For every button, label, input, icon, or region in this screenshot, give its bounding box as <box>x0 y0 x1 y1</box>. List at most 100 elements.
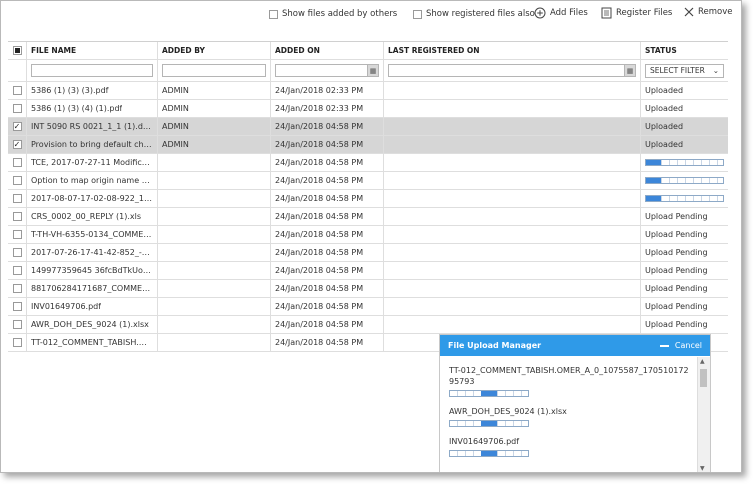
file-name: 881706284171687_COMMENT_... <box>31 284 153 293</box>
calendar-icon[interactable]: ▦ <box>624 65 635 76</box>
table-row[interactable]: AWR_DOH_DES_9024 (1).xlsx 24/Jan/2018 04… <box>8 316 728 334</box>
table-row[interactable]: 149977359645 36fcBdTkUoRYa... 24/Jan/201… <box>8 262 728 280</box>
table-row[interactable]: 5386 (1) (3) (4) (1).pdf ADMIN 24/Jan/20… <box>8 100 728 118</box>
row-select-cell[interactable] <box>8 100 27 117</box>
show-added-by-others-toggle[interactable]: Show files added by others <box>269 9 397 19</box>
upload-manager-cancel-button[interactable]: Cancel <box>659 341 702 350</box>
row-select-cell[interactable] <box>8 262 27 279</box>
added-on-cell: 24/Jan/2018 04:58 PM <box>271 244 384 261</box>
row-select-cell[interactable] <box>8 154 27 171</box>
added-on: 24/Jan/2018 02:33 PM <box>275 104 364 113</box>
row-select-cell[interactable] <box>8 208 27 225</box>
row-checkbox[interactable] <box>12 230 22 239</box>
filter-row: ▦ ▦ SELECT FILTER ⌄ <box>8 60 728 82</box>
status-filter-select[interactable]: SELECT FILTER ⌄ <box>645 63 724 78</box>
file-name-cell: 2017-07-26-17-41-42-852_-334... <box>27 244 158 261</box>
row-checkbox[interactable] <box>12 212 22 221</box>
column-header-last-registered-on[interactable]: LAST REGISTERED ON <box>384 42 641 59</box>
upload-item-name: INV01649706.pdf <box>449 437 520 446</box>
row-checkbox[interactable] <box>12 266 22 275</box>
file-name-cell: Provision to bring default chara... <box>27 136 158 153</box>
upload-manager-list: TT-012_COMMENT_TABISH.OMER_A_0_1075587_1… <box>440 357 698 472</box>
row-select-cell[interactable] <box>8 226 27 243</box>
last-registered-filter-input[interactable]: ▦ <box>388 64 636 77</box>
added-by-cell: ADMIN <box>158 136 271 153</box>
row-checkbox[interactable] <box>12 194 22 203</box>
table-row[interactable]: ✓ Provision to bring default chara... AD… <box>8 136 728 154</box>
upload-progress-fill <box>646 160 662 165</box>
row-checkbox[interactable] <box>12 248 22 257</box>
table-row[interactable]: 5386 (1) (3) (3).pdf ADMIN 24/Jan/2018 0… <box>8 82 728 100</box>
added-by-cell <box>158 172 271 189</box>
select-all-cell[interactable] <box>8 42 27 59</box>
status-cell: Uploaded <box>641 136 728 153</box>
row-checkbox[interactable] <box>12 320 22 329</box>
column-header-added-by[interactable]: ADDED BY <box>158 42 271 59</box>
status-cell: Upload Pending <box>641 262 728 279</box>
added-by-cell <box>158 262 271 279</box>
added-by-cell <box>158 208 271 225</box>
row-checkbox[interactable] <box>12 104 22 113</box>
column-header-added-on[interactable]: ADDED ON <box>271 42 384 59</box>
show-registered-checkbox[interactable] <box>413 9 422 19</box>
row-checkbox[interactable] <box>12 158 22 167</box>
file-name: 5386 (1) (3) (3).pdf <box>31 86 109 95</box>
upload-manager-scrollbar[interactable]: ▲ ▼ <box>697 357 710 472</box>
row-checkbox[interactable]: ✓ <box>12 122 22 131</box>
row-select-cell[interactable]: ✓ <box>8 118 27 135</box>
last-registered-cell <box>384 82 641 99</box>
added-on: 24/Jan/2018 04:58 PM <box>275 212 364 221</box>
row-checkbox[interactable]: ✓ <box>12 140 22 149</box>
scroll-thumb[interactable] <box>700 369 707 387</box>
minimize-icon[interactable] <box>659 344 669 347</box>
table-row[interactable]: T-TH-VH-6355-0134_COMMENT... 24/Jan/2018… <box>8 226 728 244</box>
scroll-down-arrow-icon[interactable]: ▼ <box>700 465 705 472</box>
row-select-cell[interactable] <box>8 280 27 297</box>
file-name-filter-input[interactable] <box>31 64 153 77</box>
row-select-cell[interactable] <box>8 190 27 207</box>
show-added-by-others-checkbox[interactable] <box>269 9 278 19</box>
upload-progress-bar <box>645 159 724 166</box>
table-row[interactable]: Option to map origin name of t... 24/Jan… <box>8 172 728 190</box>
row-checkbox[interactable] <box>12 302 22 311</box>
column-header-file-name[interactable]: FILE NAME <box>27 42 158 59</box>
table-row[interactable]: TCE, 2017-07-27-11 Modificatio... 24/Jan… <box>8 154 728 172</box>
row-select-cell[interactable] <box>8 244 27 261</box>
added-on-cell: 24/Jan/2018 02:33 PM <box>271 100 384 117</box>
row-select-cell[interactable]: ✓ <box>8 136 27 153</box>
added-on-cell: 24/Jan/2018 04:58 PM <box>271 226 384 243</box>
row-select-cell[interactable] <box>8 298 27 315</box>
cancel-label: Cancel <box>674 341 702 350</box>
table-row[interactable]: 2017-08-07-17-02-08-922_1502... 24/Jan/2… <box>8 190 728 208</box>
added-by-filter-input[interactable] <box>162 64 266 77</box>
row-select-cell[interactable] <box>8 334 27 351</box>
file-name-cell: 881706284171687_COMMENT_... <box>27 280 158 297</box>
added-by: ADMIN <box>162 140 189 149</box>
table-row[interactable]: CRS_0002_00_REPLY (1).xls 24/Jan/2018 04… <box>8 208 728 226</box>
show-registered-toggle[interactable]: Show registered files also <box>413 9 535 19</box>
last-registered-cell <box>384 280 641 297</box>
scroll-up-arrow-icon[interactable]: ▲ <box>700 358 705 365</box>
row-checkbox[interactable] <box>12 176 22 185</box>
table-row[interactable]: 881706284171687_COMMENT_... 24/Jan/2018 … <box>8 280 728 298</box>
register-files-button[interactable]: Register Files <box>601 7 672 19</box>
row-checkbox[interactable] <box>12 86 22 95</box>
table-row[interactable]: 2017-07-26-17-41-42-852_-334... 24/Jan/2… <box>8 244 728 262</box>
upload-item-progress-bar <box>449 450 529 457</box>
remove-button[interactable]: Remove <box>684 7 733 17</box>
added-on-cell: 24/Jan/2018 04:58 PM <box>271 280 384 297</box>
row-checkbox[interactable] <box>12 284 22 293</box>
column-header-status[interactable]: STATUS <box>641 42 728 59</box>
select-all-checkbox[interactable] <box>12 46 22 55</box>
row-select-cell[interactable] <box>8 172 27 189</box>
row-select-cell[interactable] <box>8 316 27 333</box>
status-filter-cell: SELECT FILTER ⌄ <box>641 60 728 81</box>
table-row[interactable]: ✓ INT 5090 RS 0021_1_1 (1).docx ADMIN 24… <box>8 118 728 136</box>
add-files-button[interactable]: Add Files <box>534 7 588 19</box>
row-checkbox[interactable] <box>12 338 22 347</box>
added-on-filter-input[interactable]: ▦ <box>275 64 379 77</box>
show-registered-label: Show registered files also <box>426 9 535 19</box>
row-select-cell[interactable] <box>8 82 27 99</box>
table-row[interactable]: INV01649706.pdf 24/Jan/2018 04:58 PM Upl… <box>8 298 728 316</box>
calendar-icon[interactable]: ▦ <box>367 65 378 76</box>
